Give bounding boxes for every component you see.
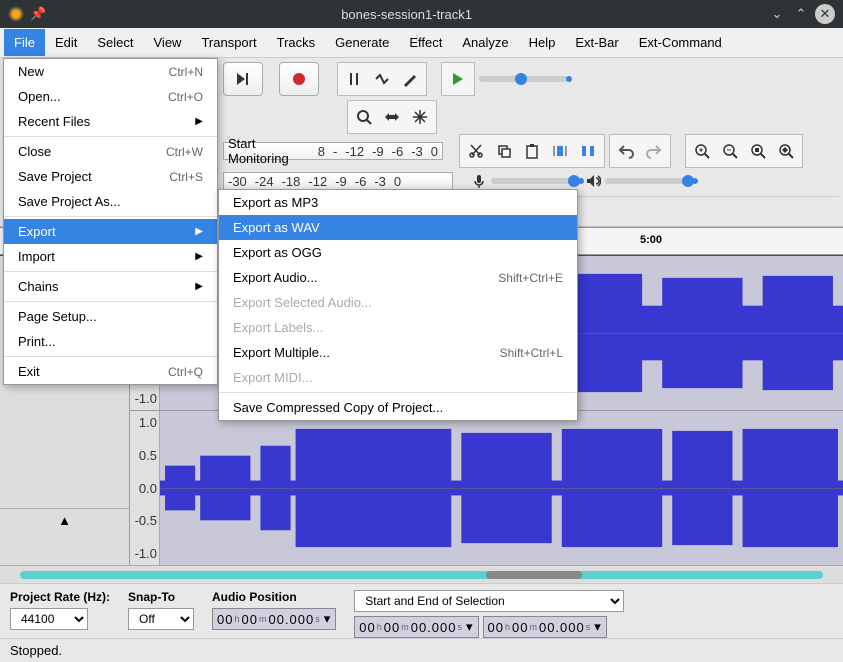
menu-save-project-as[interactable]: Save Project As... [4,189,217,214]
envelope-tool[interactable] [368,65,396,93]
zoom-in-button[interactable] [688,137,716,165]
pin-icon[interactable]: 📌 [30,6,46,22]
menu-file[interactable]: File [4,29,45,56]
menu-export-selected: Export Selected Audio... [219,290,577,315]
multi-tool[interactable] [406,103,434,131]
app-icon [8,6,24,22]
menu-tracks[interactable]: Tracks [267,29,326,56]
window-title: bones-session1-track1 [50,7,763,22]
menu-chains[interactable]: Chains▶ [4,274,217,299]
selection-end-display[interactable]: 00h00m00.000s▾ [483,616,607,638]
menu-extbar[interactable]: Ext-Bar [565,29,628,56]
silence-button[interactable] [574,137,602,165]
menu-new[interactable]: NewCtrl+N [4,59,217,84]
menu-export[interactable]: Export▶ [4,219,217,244]
menu-open[interactable]: Open...Ctrl+O [4,84,217,109]
paste-button[interactable] [518,137,546,165]
speaker-icon [585,173,601,189]
menu-export-midi: Export MIDI... [219,365,577,390]
horizontal-scrollbar[interactable] [0,565,843,583]
menu-export-ogg[interactable]: Export as OGG [219,240,577,265]
selection-type-select[interactable]: Start and End of Selection [354,590,624,612]
menu-help[interactable]: Help [519,29,566,56]
audio-position-display[interactable]: 00h00m00.000s▾ [212,608,336,630]
selection-start-display[interactable]: 00h00m00.000s▾ [354,616,478,638]
fit-selection-button[interactable] [744,137,772,165]
track-collapse-button[interactable]: ▲ [0,508,129,532]
record-button[interactable] [279,62,319,96]
fit-project-button[interactable] [772,137,800,165]
titlebar: 📌 bones-session1-track1 ⌄ ⌃ ✕ [0,0,843,28]
menu-export-wav[interactable]: Export as WAV [219,215,577,240]
menu-close[interactable]: CloseCtrl+W [4,139,217,164]
project-rate-select[interactable]: 44100 [10,608,88,630]
menu-select[interactable]: Select [87,29,143,56]
menu-print[interactable]: Print... [4,329,217,354]
mic-icon [471,173,487,189]
zoom-out-button[interactable] [716,137,744,165]
skip-end-button[interactable] [223,62,263,96]
copy-button[interactable] [490,137,518,165]
snap-to-label: Snap-To [128,590,194,604]
snap-to-select[interactable]: Off [128,608,194,630]
play-green-button[interactable] [444,65,472,93]
waveform-right[interactable] [160,411,843,565]
menu-page-setup[interactable]: Page Setup... [4,304,217,329]
monitoring-label: Start Monitoring [228,136,312,166]
maximize-button[interactable]: ⌃ [791,4,811,24]
selection-toolbar: Project Rate (Hz): 44100 Snap-To Off Aud… [0,583,843,638]
trim-button[interactable] [546,137,574,165]
menu-exit[interactable]: ExitCtrl+Q [4,359,217,384]
redo-button[interactable] [640,137,668,165]
export-submenu-dropdown: Export as MP3 Export as WAV Export as OG… [218,189,578,421]
close-button[interactable]: ✕ [815,4,835,24]
menu-generate[interactable]: Generate [325,29,399,56]
menu-save-compressed[interactable]: Save Compressed Copy of Project... [219,395,577,420]
menu-transport[interactable]: Transport [191,29,266,56]
menu-analyze[interactable]: Analyze [452,29,518,56]
status-text: Stopped. [10,643,62,658]
menu-effect[interactable]: Effect [399,29,452,56]
timeshift-tool[interactable] [378,103,406,131]
selection-tool[interactable] [340,65,368,93]
menubar: File Edit Select View Transport Tracks G… [0,28,843,58]
menu-export-mp3[interactable]: Export as MP3 [219,190,577,215]
menu-export-labels: Export Labels... [219,315,577,340]
draw-tool[interactable] [396,65,424,93]
channel-scale-right: 1.0 0.5 0.0 -0.5 -1.0 [130,411,160,565]
statusbar: Stopped. [0,638,843,662]
menu-import[interactable]: Import▶ [4,244,217,269]
file-menu-dropdown: NewCtrl+N Open...Ctrl+O Recent Files▶ Cl… [3,58,218,385]
menu-edit[interactable]: Edit [45,29,87,56]
undo-button[interactable] [612,137,640,165]
minimize-button[interactable]: ⌄ [767,4,787,24]
project-rate-label: Project Rate (Hz): [10,590,110,604]
zoom-tool[interactable] [350,103,378,131]
recording-meter[interactable]: Start Monitoring 8 - -12 -9 -6 -3 0 [223,142,443,160]
recording-volume-slider[interactable] [491,178,581,184]
menu-save-project[interactable]: Save ProjectCtrl+S [4,164,217,189]
cut-button[interactable] [462,137,490,165]
playback-speed-slider[interactable] [479,76,569,82]
audio-position-label: Audio Position [212,590,336,604]
menu-recent-files[interactable]: Recent Files▶ [4,109,217,134]
menu-view[interactable]: View [144,29,192,56]
playback-meter[interactable]: -30 -24 -18 -12 -9 -6 -3 0 [223,172,453,190]
menu-export-audio[interactable]: Export Audio...Shift+Ctrl+E [219,265,577,290]
menu-extcommand[interactable]: Ext-Command [629,29,732,56]
playback-volume-slider[interactable] [605,178,695,184]
menu-export-multiple[interactable]: Export Multiple...Shift+Ctrl+L [219,340,577,365]
